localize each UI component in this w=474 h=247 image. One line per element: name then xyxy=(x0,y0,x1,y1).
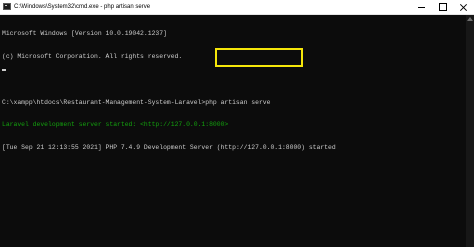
console-line-version: Microsoft Windows [Version 10.0.19042.12… xyxy=(2,30,167,38)
log-url: (http://127.0.0.1:8000) xyxy=(216,144,305,152)
maximize-button[interactable] xyxy=(433,0,453,14)
minimize-button[interactable] xyxy=(412,0,432,14)
close-button[interactable] xyxy=(454,0,474,14)
cmd-window: C:\Windows\System32\cmd.exe - php artisa… xyxy=(0,0,474,247)
log-prefix: [Tue Sep 21 12:13:55 2021] PHP 7.4.9 Dev… xyxy=(2,144,217,152)
log-suffix: started xyxy=(304,144,336,152)
window-title: C:\Windows\System32\cmd.exe - php artisa… xyxy=(14,4,151,10)
vertical-scrollbar[interactable] xyxy=(466,15,474,247)
text-cursor xyxy=(2,69,6,71)
server-started-url: <http://127.0.0.1:8000> xyxy=(140,121,229,129)
cmd-icon xyxy=(3,3,11,10)
console-line-command: C:\xampp\htdocs\Restaurant-Management-Sy… xyxy=(2,98,271,106)
title-bar[interactable]: C:\Windows\System32\cmd.exe - php artisa… xyxy=(0,0,474,15)
console-line-log: [Tue Sep 21 12:13:55 2021] PHP 7.4.9 Dev… xyxy=(2,144,464,152)
server-started-text: Laravel development server started: xyxy=(2,121,141,129)
console-line-server-started: Laravel development server started: <htt… xyxy=(2,121,464,129)
url-highlight-box xyxy=(215,48,303,67)
scroll-up-icon[interactable] xyxy=(467,17,473,21)
